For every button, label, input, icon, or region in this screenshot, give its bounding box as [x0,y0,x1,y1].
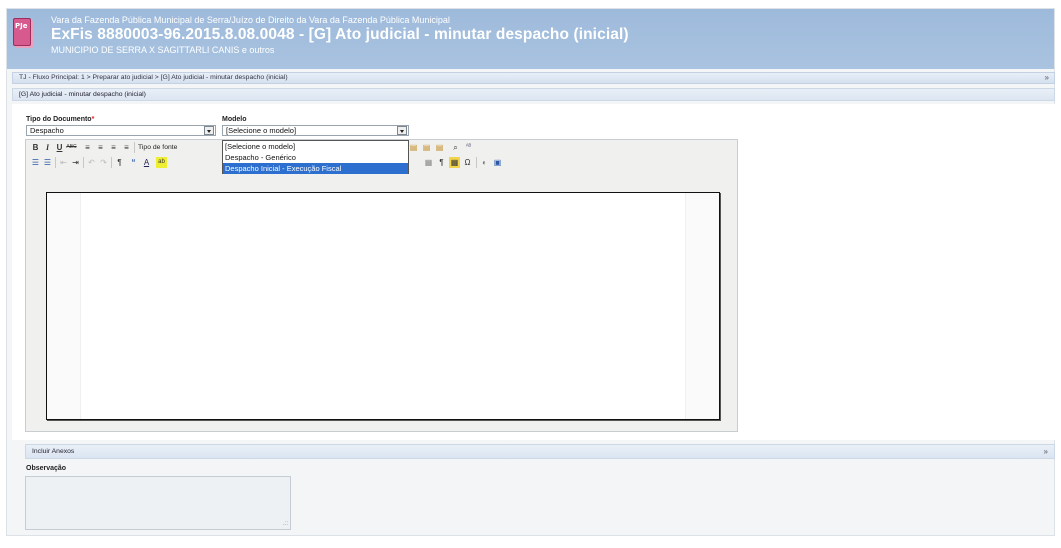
undo-icon[interactable]: ↶ [86,157,97,168]
breadcrumb-toggle[interactable]: » [1045,73,1049,82]
chevron-down-icon[interactable] [397,126,407,135]
toolbar-divider [111,157,112,168]
align-justify-button[interactable]: ≡ [121,142,132,153]
observacao-label: Observação [26,465,67,472]
anexos-header[interactable]: Incluir Anexos » [25,444,1055,459]
breadcrumb-text: TJ - Fluxo Principal: 1 > Preparar ato j… [19,74,288,81]
paste-icon[interactable]: ▤ [408,142,419,153]
outdent-icon[interactable]: ⇤ [58,157,69,168]
find-icon[interactable]: ⌕ [450,142,461,153]
resize-grip-icon[interactable]: .:: [283,521,288,527]
modelo-select[interactable]: [Selecione o modelo] [222,125,409,136]
anexos-toggle[interactable]: » [1044,447,1048,456]
chevron-down-icon[interactable] [204,126,214,135]
eraser-icon[interactable]: ◐ [479,157,490,168]
bullet-list-icon[interactable]: ☰ [30,157,41,168]
redo-icon[interactable]: ↷ [98,157,109,168]
required-marker: * [91,116,95,123]
court-name: Vara da Fazenda Pública Municipal de Ser… [51,15,450,25]
editor-content-area[interactable] [46,192,720,420]
paragraph-direction-icon[interactable]: ¶ [114,157,125,168]
underline-button[interactable]: U [54,142,65,153]
editor-page[interactable] [80,193,686,419]
font-color-icon[interactable]: A [141,157,152,168]
observacao-textarea[interactable]: .:: [25,476,291,530]
align-right-button[interactable]: ≡ [108,142,119,153]
table-icon[interactable]: ▦ [423,157,434,168]
paste-word-icon[interactable]: ▤ [434,142,445,153]
strikethrough-button[interactable]: ABC [66,142,77,153]
modelo-option-highlighted[interactable]: Despacho Inicial - Execução Fiscal [223,163,408,174]
blockquote-icon[interactable]: “ [128,157,139,168]
section-title: [G] Ato judicial - minutar despacho (ini… [19,91,146,98]
special-character-icon[interactable]: Ω [462,157,473,168]
pje-logo: PJe [13,18,31,46]
tipo-documento-value: Despacho [30,126,64,135]
modelo-option[interactable]: Despacho - Genérico [223,152,408,163]
tipo-documento-label: Tipo do Documento* [26,116,95,123]
italic-button[interactable]: I [42,142,53,153]
show-blocks-icon[interactable]: ¶ [436,157,447,168]
bold-button[interactable]: B [30,142,41,153]
modelo-option[interactable]: [Selecione o modelo] [223,141,408,152]
tipo-documento-select[interactable]: Despacho [26,125,216,136]
editor-left-margin [47,193,80,419]
align-left-button[interactable]: ≡ [82,142,93,153]
toolbar-divider [476,157,477,168]
anexos-title: Incluir Anexos [32,448,75,455]
highlight-color-icon[interactable]: ab [156,157,167,168]
case-parties: MUNICIPIO DE SERRA X SAGITTARLI CANIS e … [51,45,275,55]
breadcrumb: TJ - Fluxo Principal: 1 > Preparar ato j… [12,72,1055,84]
numbered-list-icon[interactable]: ☰ [42,157,53,168]
table-grid-icon[interactable]: ▦ [449,157,460,168]
maximize-icon[interactable]: ▣ [492,157,503,168]
modelo-dropdown-list[interactable]: [Selecione o modelo] Despacho - Genérico… [222,140,409,174]
section-header: [G] Ato judicial - minutar despacho (ini… [12,88,1055,101]
toolbar-divider [55,157,56,168]
replace-icon[interactable]: ᴬᴮ [463,142,474,153]
font-family-select[interactable]: Tipo de fonte [138,142,177,153]
toolbar-divider [134,142,135,153]
rich-text-editor: B I U ABC ≡ ≡ ≡ ≡ Tipo de fonte ▤ ▤ ▤ ⌕ … [25,139,738,432]
align-center-button[interactable]: ≡ [95,142,106,153]
page-title: ExFis 8880003-96.2015.8.08.0048 - [G] At… [51,26,629,43]
indent-icon[interactable]: ⇥ [70,157,81,168]
modelo-label: Modelo [222,116,247,123]
editor-right-margin [686,193,719,419]
toolbar-divider [83,157,84,168]
page-header: PJe Vara da Fazenda Pública Municipal de… [7,9,1054,69]
modelo-value: [Selecione o modelo] [226,126,297,135]
paste-text-icon[interactable]: ▤ [421,142,432,153]
